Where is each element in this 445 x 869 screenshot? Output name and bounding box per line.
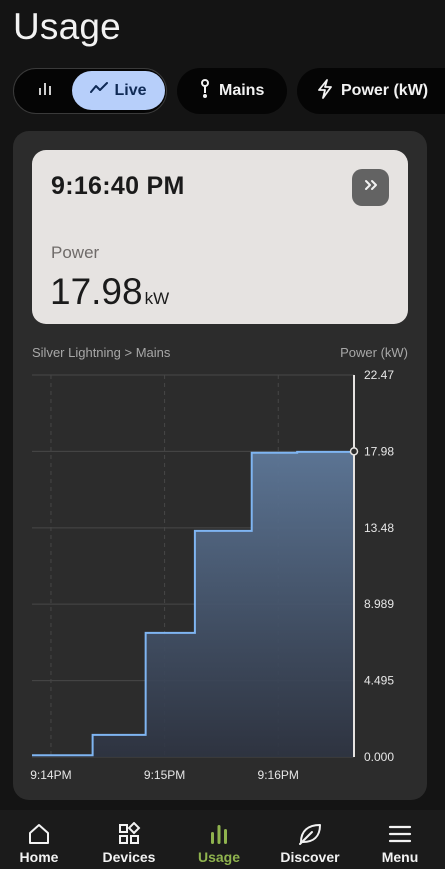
y-tick-label: 0.000 [364,750,394,764]
leaf-icon [297,821,323,847]
nav-item-discover[interactable]: Discover [265,810,355,869]
trend-line-icon [90,81,109,100]
lightning-icon [317,78,333,104]
usage-panel: 9:16:40 PM Power 17.98 kW Silver Lightnin… [13,131,427,800]
bar-chart-icon [37,80,53,101]
x-tick-label: 9:14PM [30,768,71,782]
bottom-navigation: Home Devices Usage Discover Menu [0,810,445,869]
filter-chips: Live Mains Power (kW) [13,68,445,114]
nav-label-discover: Discover [280,849,340,865]
nav-label-menu: Menu [381,849,419,865]
bar-view-button[interactable] [16,71,74,110]
x-tick-label: 9:15PM [144,768,185,782]
view-toggle: Live [13,68,167,114]
y-tick-label: 17.98 [364,444,394,458]
nav-item-devices[interactable]: Devices [84,810,174,869]
y-tick-label: 8.989 [364,597,394,611]
nav-item-home[interactable]: Home [0,810,84,869]
live-label: Live [114,81,147,99]
nav-label-home: Home [19,849,59,865]
nav-label-devices: Devices [102,849,156,865]
y-tick-label: 4.495 [364,674,394,688]
x-tick-label: 9:16PM [258,768,299,782]
power-chart[interactable]: 22.47 17.98 13.48 8.989 4.495 0.000 9:14PM 9:15… [13,131,427,800]
live-view-button[interactable]: Live [72,71,165,110]
nav-item-menu[interactable]: Menu [355,810,445,869]
circuit-label: Mains [219,82,265,99]
home-icon [27,821,51,847]
nav-label-usage: Usage [197,849,241,865]
metric-filter-chip[interactable]: Power (kW) [297,68,445,114]
usage-bars-icon [207,821,231,847]
devices-icon [117,821,141,847]
y-tick-label: 13.48 [364,521,394,535]
circuit-filter-chip[interactable]: Mains [177,68,287,114]
metric-label: Power (kW) [341,82,429,99]
hamburger-menu-icon [388,821,412,847]
current-value-marker [349,447,359,456]
nav-item-usage[interactable]: Usage [174,810,264,869]
page-title: Usage [13,6,121,47]
y-tick-label: 22.47 [364,368,394,382]
probe-icon [199,78,211,104]
